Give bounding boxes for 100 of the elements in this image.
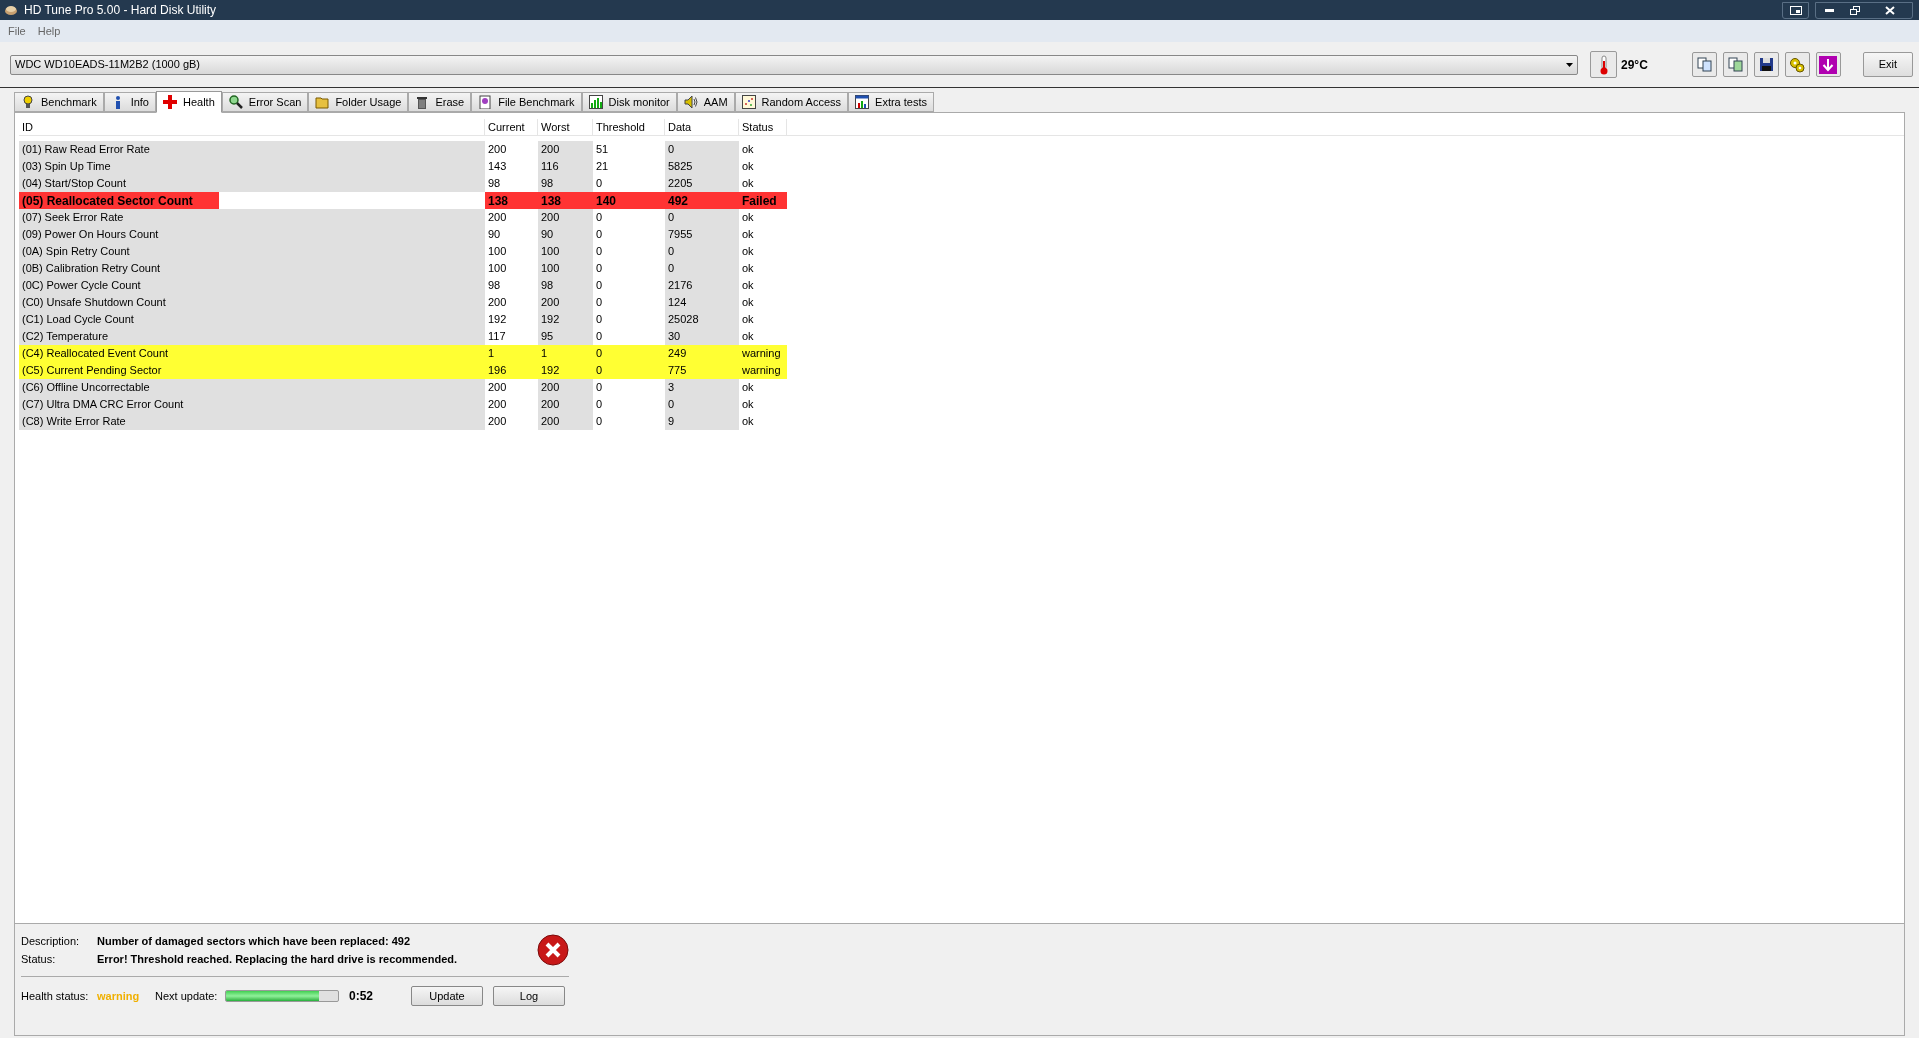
speaker-icon xyxy=(683,95,698,109)
table-cell: (C4) Reallocated Event Count xyxy=(19,345,485,362)
table-cell: (C5) Current Pending Sector xyxy=(19,362,485,379)
column-header[interactable]: Data xyxy=(665,119,739,135)
table-cell: 0 xyxy=(665,396,739,413)
table-cell: (09) Power On Hours Count xyxy=(19,226,485,243)
table-cell: 2176 xyxy=(665,277,739,294)
health-status-value: warning xyxy=(97,988,141,1004)
save-button[interactable] xyxy=(1753,52,1779,77)
table-cell: (C2) Temperature xyxy=(19,328,485,345)
temperature-reading: 29°C xyxy=(1621,56,1648,74)
table-cell: 95 xyxy=(538,328,593,345)
menu-item[interactable]: Help xyxy=(37,22,61,40)
tab[interactable]: Health xyxy=(156,91,222,113)
window-title: HD Tune Pro 5.00 - Hard Disk Utility xyxy=(24,2,217,19)
table-cell: 25028 xyxy=(665,311,739,328)
description-text: Number of damaged sectors which have been replaced: 492 xyxy=(97,934,411,949)
table-cell: 200 xyxy=(538,209,593,226)
table-cell: Failed xyxy=(739,192,787,209)
table-cell: warning xyxy=(739,345,787,362)
column-header[interactable]: Threshold xyxy=(593,119,665,135)
column-header[interactable]: Worst xyxy=(538,119,593,135)
window-mode-button[interactable] xyxy=(1782,1,1809,19)
table-cell: (04) Start/Stop Count xyxy=(19,175,485,192)
dropdown-caret-icon xyxy=(1566,62,1573,67)
table-cell: 0 xyxy=(665,260,739,277)
table-cell: (C0) Unsafe Shutdown Count xyxy=(19,294,485,311)
next-update-label: Next update: xyxy=(155,988,219,1004)
tab[interactable]: Disk monitor xyxy=(581,92,677,112)
table-cell: 100 xyxy=(538,243,593,260)
table-cell: 1 xyxy=(538,345,593,362)
restore-icon xyxy=(1850,5,1860,15)
table-cell: 5825 xyxy=(665,158,739,175)
tab[interactable]: Info xyxy=(103,92,156,112)
table-cell: 98 xyxy=(538,277,593,294)
tab[interactable]: AAM xyxy=(676,92,735,112)
tab[interactable]: Extra tests xyxy=(848,92,934,112)
table-cell: (C1) Load Cycle Count xyxy=(19,311,485,328)
exit-button[interactable]: Exit xyxy=(1862,52,1913,77)
scatter-plot-icon xyxy=(741,95,756,109)
status-text: Error! Threshold reached. Replacing the hard drive is recommended. xyxy=(97,951,459,967)
table-cell: 9 xyxy=(665,413,739,430)
copy-button[interactable] xyxy=(1722,52,1748,77)
folder-icon xyxy=(315,95,330,109)
table-cell: 192 xyxy=(538,362,593,379)
log-button[interactable]: Log xyxy=(493,986,565,1006)
drive-name: WDC WD10EADS-11M2B2 (1000 gB) xyxy=(15,57,201,73)
table-cell: 0 xyxy=(593,362,665,379)
update-button[interactable]: Update xyxy=(411,986,483,1006)
table-cell: 200 xyxy=(538,294,593,311)
table-cell: 200 xyxy=(538,413,593,430)
app-icon xyxy=(4,4,18,16)
drive-dropdown[interactable]: WDC WD10EADS-11M2B2 (1000 gB) xyxy=(10,54,1578,75)
column-header[interactable]: ID xyxy=(19,119,485,135)
table-cell: (03) Spin Up Time xyxy=(19,158,485,175)
table-cell: (07) Seek Error Rate xyxy=(19,209,485,226)
table-cell: 2205 xyxy=(665,175,739,192)
close-icon xyxy=(1885,5,1895,15)
status-label: Status: xyxy=(21,951,57,967)
copy-button[interactable] xyxy=(1691,52,1717,77)
table-cell: 7955 xyxy=(665,226,739,243)
table-cell: 138 xyxy=(485,192,538,209)
table-cell: 0 xyxy=(665,209,739,226)
settings-button[interactable] xyxy=(1784,52,1810,77)
tab[interactable]: File Benchmark xyxy=(471,92,582,112)
column-header[interactable]: Status xyxy=(739,119,787,135)
table-cell: 98 xyxy=(538,175,593,192)
table-cell: (C6) Offline Uncorrectable xyxy=(19,379,485,396)
minimize-icon xyxy=(1824,8,1834,12)
temperature-button[interactable] xyxy=(1590,51,1617,78)
tab[interactable]: Error Scan xyxy=(221,92,309,112)
table-cell: 775 xyxy=(665,362,739,379)
table-cell: 196 xyxy=(485,362,538,379)
magnifier-icon xyxy=(228,95,243,109)
window-icon xyxy=(1789,5,1802,15)
table-cell: 138 xyxy=(538,192,593,209)
download-button[interactable] xyxy=(1815,52,1841,77)
table-cell: 192 xyxy=(538,311,593,328)
table-cell: 3 xyxy=(665,379,739,396)
bar-chart-icon xyxy=(588,95,603,109)
table-cell: 200 xyxy=(538,396,593,413)
table-cell: warning xyxy=(739,362,787,379)
menu-item[interactable]: File xyxy=(8,22,26,40)
description-label: Description: xyxy=(21,934,81,949)
tab[interactable]: Folder Usage xyxy=(308,92,409,112)
table-cell: (C7) Ultra DMA CRC Error Count xyxy=(19,396,485,413)
documents-icon xyxy=(1696,57,1712,72)
tab[interactable]: Erase xyxy=(408,92,472,112)
thermometer-icon xyxy=(1599,54,1608,75)
health-status-label: Health status: xyxy=(21,988,90,1004)
table-cell: 90 xyxy=(538,226,593,243)
table-cell: 30 xyxy=(665,328,739,345)
table-cell: (C8) Write Error Rate xyxy=(19,413,485,430)
tab[interactable]: Benchmark xyxy=(14,92,104,112)
column-header[interactable]: Current xyxy=(485,119,538,135)
cross-icon xyxy=(163,95,177,109)
tab[interactable]: Random Access xyxy=(734,92,849,112)
documents-icon xyxy=(1727,57,1743,72)
table-cell: 0 xyxy=(665,141,739,158)
table-cell: 140 xyxy=(593,192,665,209)
